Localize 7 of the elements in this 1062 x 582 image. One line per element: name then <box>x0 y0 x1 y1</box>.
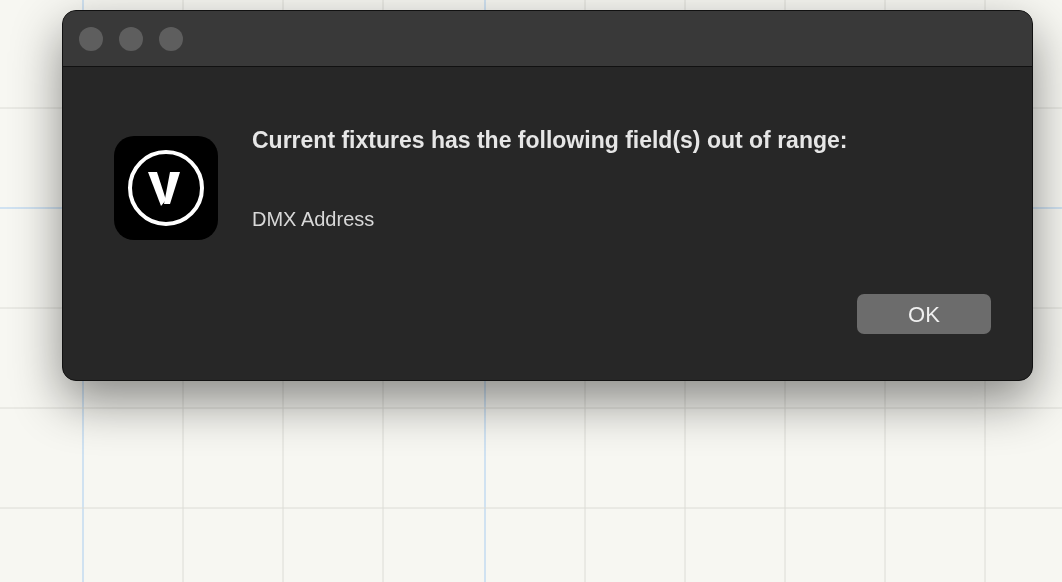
window-control[interactable] <box>119 26 143 51</box>
window-control[interactable] <box>159 26 183 51</box>
logo-icon <box>114 136 218 240</box>
dialog-message: Current fixtures has the following field(s) out of range: <box>252 129 848 152</box>
ok-button[interactable]: OK <box>857 294 991 334</box>
dialog-detail: DMX Address <box>252 209 376 229</box>
window-control[interactable] <box>79 26 103 51</box>
